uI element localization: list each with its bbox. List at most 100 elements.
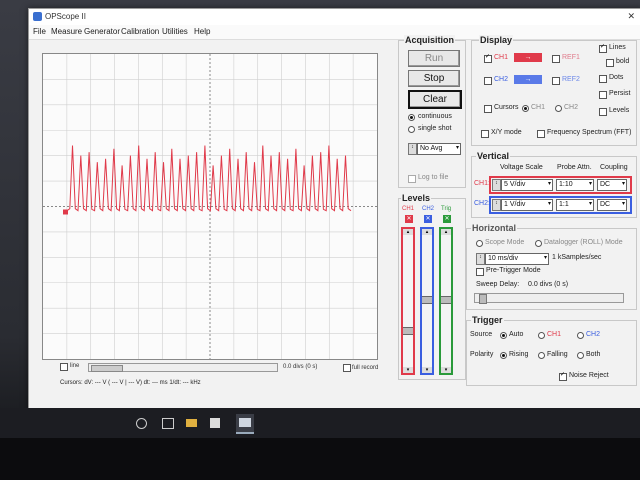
level-trig-slider[interactable]: ▴ ▾ bbox=[439, 227, 453, 375]
ref1-checkbox[interactable] bbox=[552, 55, 560, 63]
ch2-color-arrow-icon[interactable]: → bbox=[514, 75, 542, 84]
pretrigger-label: Pre-Trigger Mode bbox=[486, 267, 541, 274]
pretrigger-checkbox[interactable] bbox=[476, 268, 484, 276]
ch2-coupling-select[interactable]: DC ▾ bbox=[597, 199, 627, 211]
folder-icon[interactable] bbox=[186, 419, 197, 427]
ch2-probe-select[interactable]: 1:1 ▾ bbox=[556, 199, 594, 211]
level-trig-label: Trig bbox=[441, 206, 452, 212]
levels-checkbox[interactable] bbox=[599, 108, 607, 116]
polarity-falling-radio[interactable] bbox=[538, 352, 545, 359]
level-trig-reset-icon[interactable]: ✕ bbox=[443, 215, 451, 223]
sweep-delay-thumb[interactable] bbox=[479, 294, 487, 304]
noise-reject-label: Noise Reject bbox=[569, 372, 609, 379]
scope-display[interactable] bbox=[42, 53, 378, 360]
log-to-file-checkbox[interactable] bbox=[408, 175, 416, 183]
lines-checkbox[interactable]: ✓ bbox=[599, 44, 607, 53]
task-view-icon[interactable] bbox=[162, 418, 174, 429]
display-title: Display bbox=[479, 35, 514, 45]
lines-label: Lines bbox=[609, 44, 626, 51]
timebase-select[interactable]: 10 ms/div ▾ bbox=[485, 253, 549, 265]
avg-spinner[interactable]: ↕ bbox=[408, 143, 417, 155]
fft-checkbox[interactable] bbox=[537, 130, 545, 138]
polarity-both-radio[interactable] bbox=[577, 352, 584, 359]
ch2-scale-select[interactable]: 1 V/div ▾ bbox=[501, 199, 553, 211]
sweep-delay-value: 0.0 divs (0 s) bbox=[528, 281, 569, 288]
polarity-rising-radio[interactable] bbox=[500, 352, 507, 359]
menu-calibration[interactable]: Calibration bbox=[121, 27, 159, 36]
close-icon[interactable]: ✕ bbox=[627, 11, 635, 22]
level-ch1-slider[interactable]: ▴ ▾ bbox=[401, 227, 415, 375]
offset-scrollbar[interactable] bbox=[88, 363, 278, 372]
avg-select[interactable]: No Avg ▾ bbox=[417, 143, 461, 155]
single-shot-radio[interactable] bbox=[408, 126, 415, 133]
datalogger-radio[interactable] bbox=[535, 240, 542, 247]
level-ch2-thumb[interactable] bbox=[422, 296, 432, 304]
level-trig-down[interactable]: ▾ bbox=[441, 367, 451, 373]
ch1-probe-select[interactable]: 1:10 ▾ bbox=[556, 179, 594, 191]
level-ch1-reset-icon[interactable]: ✕ bbox=[405, 215, 413, 223]
menu-file[interactable]: File bbox=[33, 27, 46, 36]
ch2-display-checkbox[interactable] bbox=[484, 77, 492, 85]
source-auto-radio[interactable] bbox=[500, 332, 507, 339]
store-icon[interactable] bbox=[210, 418, 220, 428]
cursor-ch2-radio[interactable] bbox=[555, 105, 562, 112]
stop-button[interactable]: Stop bbox=[408, 70, 460, 87]
menu-measure[interactable]: Measure bbox=[51, 27, 82, 36]
dots-checkbox[interactable] bbox=[599, 75, 607, 83]
source-ch1-label: CH1 bbox=[547, 331, 562, 338]
ch1-display-checkbox[interactable]: ✓ bbox=[484, 54, 492, 63]
full-record-label: full record bbox=[352, 365, 379, 371]
continuous-radio[interactable] bbox=[408, 114, 415, 121]
log-to-file-label: Log to file bbox=[418, 174, 449, 181]
ch1-coupling-select[interactable]: DC ▾ bbox=[597, 179, 627, 191]
continuous-label: continuous bbox=[418, 113, 452, 120]
source-ch2-radio[interactable] bbox=[577, 332, 584, 339]
level-ch1-down[interactable]: ▾ bbox=[403, 367, 413, 373]
level-ch1-up[interactable]: ▴ bbox=[403, 229, 413, 235]
menu-generator[interactable]: Generator bbox=[84, 27, 120, 36]
search-icon[interactable] bbox=[136, 418, 147, 429]
cursors-checkbox[interactable] bbox=[484, 105, 492, 113]
taskbar bbox=[0, 408, 640, 438]
noise-reject-checkbox[interactable]: ✓ bbox=[559, 372, 567, 381]
bold-checkbox[interactable] bbox=[606, 59, 614, 67]
source-auto-label: Auto bbox=[509, 331, 524, 338]
ref1-label: REF1 bbox=[562, 54, 580, 61]
scope-mode-radio[interactable] bbox=[476, 240, 483, 247]
scope-plot bbox=[43, 54, 377, 359]
ch1-scale-select[interactable]: 5 V/div ▾ bbox=[501, 179, 553, 191]
level-trig-thumb[interactable] bbox=[441, 296, 451, 304]
opscope-taskbar-icon[interactable] bbox=[236, 414, 254, 434]
cursor-readout: Cursors: dV: --- V ( --- V | --- V) dt: … bbox=[60, 380, 201, 386]
ch2-scale-spinner[interactable]: ↕ bbox=[492, 199, 501, 211]
clear-button[interactable]: Clear bbox=[408, 90, 462, 109]
level-ch2-up[interactable]: ▴ bbox=[422, 229, 432, 235]
polarity-rising-label: Rising bbox=[509, 351, 529, 358]
menu-utilities[interactable]: Utilities bbox=[162, 27, 188, 36]
ch1-scale-spinner[interactable]: ↕ bbox=[492, 179, 501, 191]
persist-checkbox[interactable] bbox=[599, 91, 607, 99]
cursor-ch1-radio[interactable] bbox=[522, 105, 529, 112]
run-button[interactable]: Run bbox=[408, 50, 460, 67]
offset-scroll-thumb[interactable] bbox=[91, 365, 123, 372]
level-ch2-reset-icon[interactable]: ✕ bbox=[424, 215, 432, 223]
ref2-checkbox[interactable] bbox=[552, 77, 560, 85]
sweep-delay-slider[interactable] bbox=[474, 293, 624, 304]
ch1-color-arrow-icon[interactable]: → bbox=[514, 53, 542, 62]
cursor-ch2-label: CH2 bbox=[564, 104, 579, 111]
level-ch2-slider[interactable]: ▴ ▾ bbox=[420, 227, 434, 375]
xy-mode-checkbox[interactable] bbox=[481, 130, 489, 138]
trigger-title: Trigger bbox=[471, 315, 504, 325]
timebase-spinner[interactable]: ↕ bbox=[476, 253, 485, 265]
source-ch1-radio[interactable] bbox=[538, 332, 545, 339]
ref2-label: REF2 bbox=[562, 76, 580, 83]
cursors-label: Cursors bbox=[494, 104, 519, 111]
level-ch1-thumb[interactable] bbox=[403, 326, 413, 335]
menu-help[interactable]: Help bbox=[194, 27, 210, 36]
chevron-down-icon: ▾ bbox=[455, 145, 459, 151]
single-shot-label: single shot bbox=[418, 125, 452, 132]
level-ch2-down[interactable]: ▾ bbox=[422, 367, 432, 373]
line-label: line bbox=[70, 363, 80, 369]
level-trig-up[interactable]: ▴ bbox=[441, 229, 451, 235]
acquisition-title: Acquisition bbox=[404, 35, 455, 45]
